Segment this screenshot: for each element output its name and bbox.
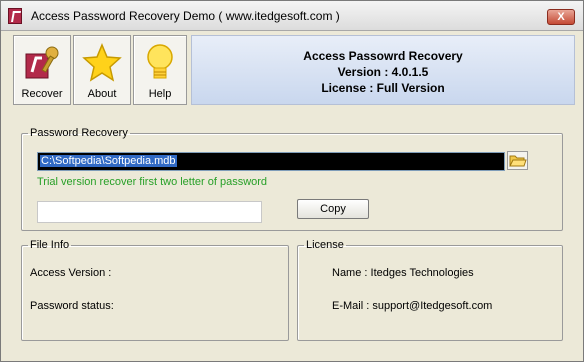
- copy-button[interactable]: Copy: [297, 199, 369, 219]
- about-label: About: [87, 88, 117, 100]
- file-info-group: File Info: [21, 239, 289, 341]
- file-path-input[interactable]: C:\Softpedia\Softpedia.mdb: [37, 152, 505, 171]
- file-info-legend: File Info: [30, 239, 70, 251]
- key-tool-icon: [25, 46, 59, 79]
- help-button[interactable]: Help: [133, 35, 187, 105]
- password-status-label: Password status:: [30, 300, 114, 312]
- app-icon: [8, 8, 22, 24]
- recover-button[interactable]: Recover: [13, 35, 71, 105]
- recover-label: Recover: [21, 88, 63, 100]
- folder-icon: [509, 155, 527, 167]
- about-button[interactable]: About: [73, 35, 131, 105]
- close-button[interactable]: X: [547, 9, 575, 25]
- product-info-panel: Access Passowrd Recovery Version : 4.0.1…: [191, 35, 575, 105]
- license-name: Name : Itedges Technologies: [332, 267, 474, 279]
- window-title: Access Password Recovery Demo ( www.ited…: [31, 9, 340, 23]
- toolbar: Recover About Help Access Passowrd Recov…: [13, 35, 575, 107]
- app-window: Access Password Recovery Demo ( www.ited…: [0, 0, 584, 362]
- access-version-label: Access Version :: [30, 267, 112, 279]
- star-icon: [82, 43, 122, 82]
- product-name: Access Passowrd Recovery: [303, 49, 463, 63]
- file-path-value: C:\Softpedia\Softpedia.mdb: [40, 155, 177, 167]
- password-recovery-legend: Password Recovery: [30, 127, 128, 139]
- license-group: License: [297, 239, 563, 341]
- trial-notice: Trial version recover first two letter o…: [37, 176, 268, 188]
- title-bar[interactable]: Access Password Recovery Demo ( www.ited…: [1, 1, 583, 31]
- product-version: Version : 4.0.1.5: [337, 65, 429, 79]
- license-legend: License: [306, 239, 344, 251]
- product-license: License : Full Version: [321, 81, 445, 95]
- license-email: E-Mail : support@Itedgesoft.com: [332, 300, 493, 312]
- browse-button[interactable]: [507, 151, 528, 170]
- password-output-field[interactable]: [37, 201, 262, 223]
- help-label: Help: [148, 88, 172, 100]
- light-bulb-icon: [147, 44, 173, 79]
